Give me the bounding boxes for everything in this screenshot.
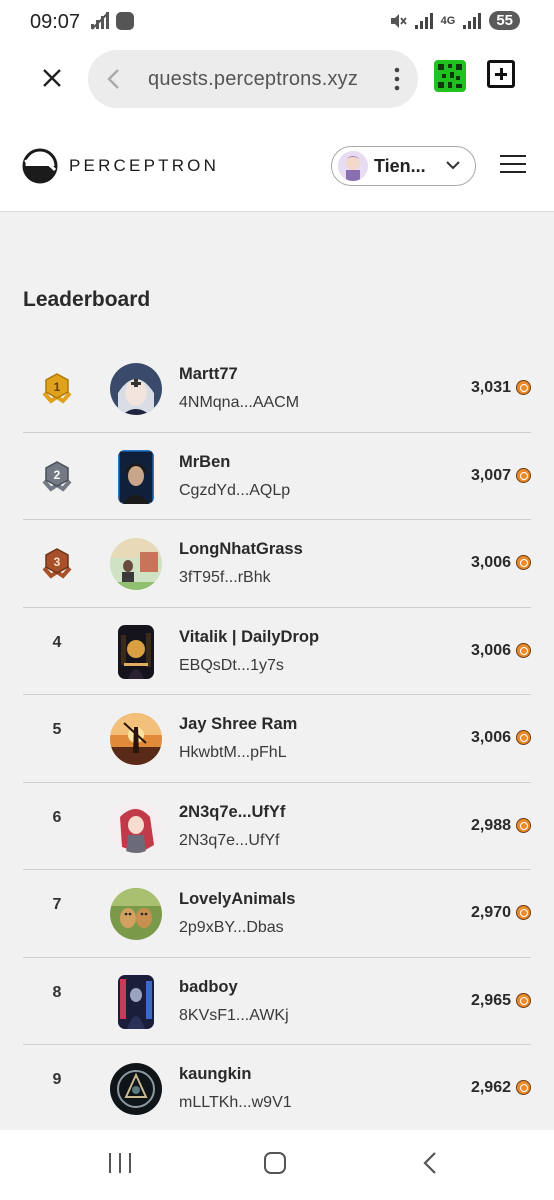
leaderboard-user-name: 2N3q7e...UfYf [179,802,286,821]
back-chevron-icon[interactable] [106,67,122,91]
chevron-down-icon [446,161,460,170]
system-nav-bar [0,1130,554,1200]
leaderboard-row[interactable]: 4 Vitalik | DailyDrop EBQsDt...1y7s 3,00… [23,608,531,695]
brand-name[interactable]: PERCEPTRON [69,156,219,176]
leaderboard-list: 1 Martt77 4NMqna...AACM 3,031 2 MrBen Cg… [23,345,531,1133]
score: 2,988 [470,816,511,834]
url-text[interactable]: quests.perceptrons.xyz [148,68,358,91]
points-coin-icon [516,467,531,483]
avatar [118,624,154,679]
rank-number: 4 [52,633,62,651]
signal-crossed-icon [91,12,109,30]
user-name: Tien... [374,156,426,176]
perceptron-logo-icon[interactable] [22,148,58,184]
leaderboard-user-name: badboy [179,977,238,996]
leaderboard-row[interactable]: 2 MrBen CgzdYd...AQLp 3,007 [23,433,531,520]
points-coin-icon [516,817,531,833]
browser-toolbar: quests.perceptrons.xyz [0,44,554,120]
leaderboard-row[interactable]: 6 2N3q7e...UfYf 2N3q7e...UfYf 2,988 [23,783,531,870]
leaderboard-user-name: Martt77 [179,365,238,383]
score: 3,006 [470,641,511,659]
wallet-address: CgzdYd...AQLp [179,481,291,499]
rank-number: 7 [52,896,62,913]
leaderboard-user-name: kaungkin [179,1065,252,1083]
leaderboard-row[interactable]: 8 badboy 8KVsF1...AWKj 2,965 [23,958,531,1045]
new-tab-icon[interactable] [487,60,515,88]
status-bar: 09:07 4G 55 [0,0,554,44]
avatar [118,974,154,1029]
wallet-address: 4NMqna...AACM [179,394,300,411]
points-coin-icon [516,730,531,745]
leaderboard-row[interactable]: 3 LongNhatGrass 3fT95f...rBhk 3,006 [23,520,531,608]
points-coin-icon [516,555,531,570]
avatar [110,363,162,415]
mute-icon [390,13,407,28]
app-notification-icon [116,12,134,30]
site-header: PERCEPTRON Tien... [0,120,554,212]
leaderboard-user-name: LovelyAnimals [179,890,296,908]
score: 2,962 [470,1079,511,1096]
rank-number: 8 [52,983,62,1001]
extension-icon[interactable] [434,60,466,92]
back-icon[interactable] [421,1150,439,1176]
home-icon[interactable] [264,1152,286,1174]
wallet-address: mLLTKh...w9V1 [179,1094,292,1111]
silver-medal-icon: 2 [42,460,72,492]
avatar [110,800,162,853]
leaderboard-row[interactable]: 1 Martt77 4NMqna...AACM 3,031 [23,345,531,433]
status-time: 09:07 [30,11,81,33]
rank-number: 9 [52,1071,62,1088]
leaderboard-user-name: MrBen [179,452,231,471]
points-coin-icon [516,905,531,920]
points-coin-icon [516,642,531,658]
gold-medal-icon: 1 [42,373,72,404]
leaderboard-user-name: Jay Shree Ram [179,715,298,733]
wallet-address: EBQsDt...1y7s [179,656,284,674]
score: 3,006 [470,729,511,746]
avatar [110,1063,162,1115]
menu-icon[interactable] [500,155,526,177]
svg-text:1: 1 [54,380,61,394]
score: 3,007 [470,466,511,484]
wallet-address: 3fT95f...rBhk [179,569,271,586]
wallet-address: 2N3q7e...UfYf [179,831,280,849]
user-avatar [338,151,368,181]
wallet-address: 8KVsF1...AWKj [179,1006,289,1024]
leaderboard-row[interactable]: 5 Jay Shree Ram HkwbtM...pFhL 3,006 [23,695,531,783]
points-coin-icon [516,992,531,1008]
score: 2,970 [470,904,511,921]
user-menu-button[interactable]: Tien... [331,146,476,186]
page-title: Leaderboard [23,288,151,311]
network-type: 4G [440,14,456,27]
cell-signal-icon [463,12,482,29]
wifi-signal-icon [414,12,433,29]
more-vert-icon[interactable] [394,66,400,92]
score: 3,006 [470,554,511,571]
battery-indicator: 55 [489,11,520,30]
avatar [118,449,154,504]
close-icon[interactable] [40,66,64,90]
address-bar[interactable]: quests.perceptrons.xyz [88,50,418,108]
leaderboard-row[interactable]: 7 LovelyAnimals 2p9xBY...Dbas 2,970 [23,870,531,958]
svg-text:3: 3 [54,555,61,569]
points-coin-icon [516,380,531,395]
recent-apps-icon[interactable] [109,1153,131,1173]
leaderboard-row[interactable]: 9 kaungkin mLLTKh...w9V1 2,962 [23,1045,531,1133]
svg-text:2: 2 [54,468,61,482]
leaderboard-user-name: LongNhatGrass [179,540,303,558]
avatar [110,538,162,590]
score: 3,031 [470,379,511,396]
wallet-address: 2p9xBY...Dbas [179,919,284,936]
bronze-medal-icon: 3 [42,548,72,579]
wallet-address: HkwbtM...pFhL [179,744,287,761]
avatar [110,713,162,765]
rank-number: 5 [52,721,62,738]
avatar [110,888,162,940]
score: 2,965 [470,991,511,1009]
leaderboard-user-name: Vitalik | DailyDrop [179,627,320,646]
points-coin-icon [516,1080,531,1095]
rank-number: 6 [52,808,62,826]
